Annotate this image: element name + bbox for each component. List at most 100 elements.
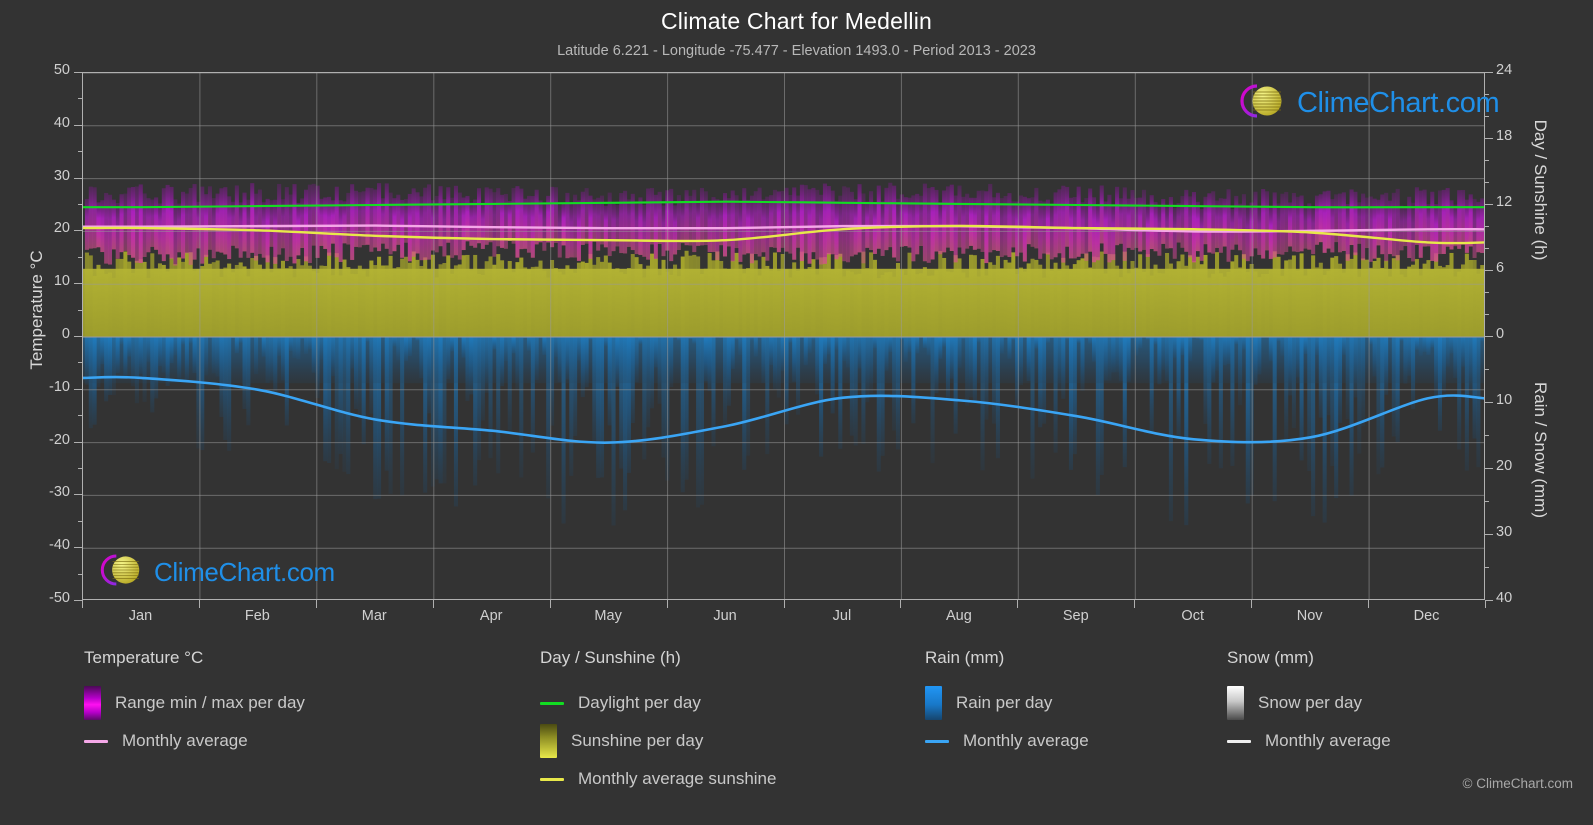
temperature-range-day-bar: [1414, 187, 1419, 245]
x-tick-jun: Jun: [713, 608, 737, 624]
temperature-range-day-bar: [1361, 193, 1366, 261]
tick-mark: [74, 124, 82, 126]
temperature-range-day-bar: [580, 191, 585, 245]
temperature-range-day-bar: [284, 187, 289, 262]
temperature-range-day-bar: [1122, 187, 1127, 261]
y-tick-right-bottom: 10: [1496, 392, 1513, 408]
temperature-range-day-bar: [869, 191, 874, 251]
legend-item[interactable]: Monthly average: [1227, 722, 1391, 760]
temperature-range-day-bar: [496, 188, 501, 247]
legend-item[interactable]: Rain per day: [925, 684, 1089, 722]
legend-item-label: Range min / max per day: [115, 693, 305, 712]
temperature-range-day-bar: [1407, 196, 1412, 258]
temperature-range-day-bar: [131, 187, 136, 258]
temperature-range-day-bar: [857, 184, 862, 253]
temperature-range-day-bar: [980, 190, 985, 252]
legend-item[interactable]: Snow per day: [1227, 684, 1391, 722]
y-tick-left: -50: [49, 590, 70, 606]
tick-mark: [432, 600, 434, 608]
temperature-range-day-bar: [811, 187, 816, 253]
temperature-range-day-bar: [476, 188, 482, 244]
temperature-range-day-bar: [219, 188, 224, 253]
temperature-range-day-bar: [696, 202, 701, 246]
legend-item[interactable]: Monthly average sunshine: [540, 760, 776, 798]
temperature-range-day-bar: [1322, 191, 1327, 253]
legend-item-label: Sunshine per day: [571, 731, 704, 750]
logo-wordmark: ClimeChart.com: [1297, 87, 1500, 119]
tick-mark: [74, 547, 82, 549]
legend-swatch-line-wrap: [925, 739, 949, 743]
temperature-range-day-bar: [688, 195, 693, 246]
temperature-range-day-bar: [953, 195, 958, 263]
temperature-range-day-bar: [442, 199, 447, 257]
temperature-range-day-bar: [250, 183, 255, 253]
temperature-range-day-bar: [1065, 186, 1070, 247]
temperature-range-day-bar: [1307, 203, 1312, 250]
temperature-range-day-bar: [957, 185, 962, 248]
temperature-range-day-bar: [673, 205, 678, 255]
tick-mark: [1485, 534, 1493, 535]
temperature-range-day-bar: [277, 183, 282, 255]
temperature-range-day-bar: [369, 188, 374, 252]
chart-plot-area[interactable]: [82, 72, 1485, 600]
temperature-range-day-bar: [715, 199, 720, 261]
temperature-range-day-bar: [1241, 194, 1246, 259]
temperature-range-day-bar: [646, 188, 651, 260]
temperature-range-day-bar: [703, 191, 708, 246]
tick-mark: [1134, 600, 1136, 608]
tick-mark: [1485, 435, 1489, 436]
watermark-logo-top: ClimeChart.com: [1231, 80, 1500, 127]
temperature-range-day-bar: [1261, 189, 1266, 259]
temperature-range-day-bar: [1145, 206, 1150, 257]
x-tick-sep: Sep: [1062, 608, 1089, 624]
temperature-range-day-bar: [669, 188, 674, 262]
legend-item[interactable]: Monthly average: [84, 722, 305, 760]
climate-chart-page: Climate Chart for Medellin Latitude 6.22…: [0, 0, 1593, 825]
temperature-range-day-bar: [200, 186, 205, 264]
temperature-range-day-bar: [1245, 207, 1250, 262]
legend-item[interactable]: Monthly average: [925, 722, 1089, 760]
tick-mark: [74, 230, 82, 232]
temperature-range-day-bar: [1215, 200, 1220, 248]
temperature-range-day-bar: [503, 193, 508, 249]
temperature-range-day-bar: [895, 198, 901, 262]
temperature-range-day-bar: [384, 183, 389, 249]
temperature-range-day-bar: [307, 184, 312, 263]
watermark-logo-bottom: ClimeChart.com: [92, 549, 335, 596]
temperature-range-day-bar: [949, 184, 954, 251]
temperature-range-day-bar: [230, 201, 236, 246]
temperature-range-day-bar: [461, 197, 466, 251]
logo-glyph: [100, 554, 140, 586]
temperature-range-day-bar: [1199, 208, 1204, 261]
temperature-range-day-bar: [719, 200, 724, 246]
legend-item[interactable]: Range min / max per day: [84, 684, 305, 722]
chart-canvas: [83, 73, 1485, 599]
temperature-range-day-bar: [638, 197, 643, 255]
x-tick-may: May: [594, 608, 622, 624]
tick-mark: [1485, 248, 1489, 249]
tick-mark: [74, 283, 82, 285]
legend-item-label: Rain per day: [956, 693, 1053, 712]
temperature-range-day-bar: [1153, 201, 1158, 252]
y-tick-right-bottom: 30: [1496, 524, 1513, 540]
temperature-range-day-bar: [749, 195, 754, 264]
temperature-range-day-bar: [1434, 204, 1439, 262]
rain-day-bar: [1484, 337, 1485, 391]
legend-swatch-box: [540, 724, 557, 758]
legend-heading: Rain (mm): [925, 648, 1005, 667]
legend-swatch-box: [1227, 686, 1244, 720]
temperature-range-day-bar: [1457, 190, 1462, 249]
temperature-range-day-bar: [569, 202, 574, 258]
temperature-range-day-bar: [154, 197, 159, 250]
legend-item[interactable]: Sunshine per day: [540, 722, 776, 760]
legend-swatch-line: [84, 739, 108, 743]
temperature-range-day-bar: [1111, 205, 1116, 261]
temperature-range-day-bar: [1280, 193, 1285, 255]
temperature-range-day-bar: [1445, 187, 1450, 247]
temperature-range-day-bar: [184, 193, 189, 254]
legend-column-snow-mm: Snow (mm) Snow per day Monthly average: [1227, 648, 1391, 760]
legend-item[interactable]: Daylight per day: [540, 684, 776, 722]
temperature-range-day-bar: [692, 189, 697, 253]
temperature-range-day-bar: [1318, 194, 1323, 243]
legend-swatch-line-wrap: [1227, 739, 1251, 743]
